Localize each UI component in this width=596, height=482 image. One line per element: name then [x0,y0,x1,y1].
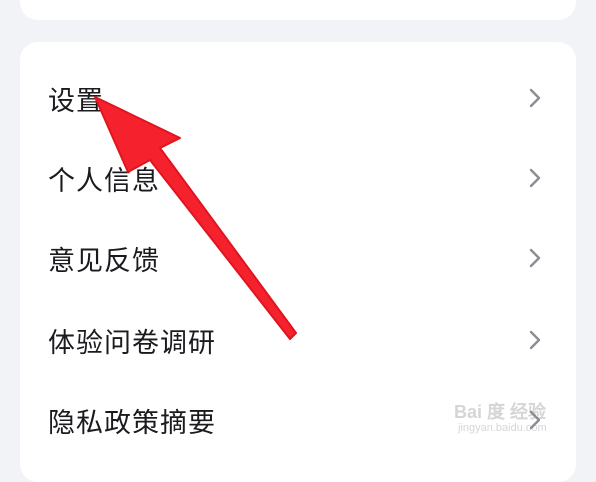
chevron-right-icon [529,88,541,108]
menu-item-feedback[interactable]: 意见反馈 [20,218,576,298]
chevron-right-icon [529,248,541,268]
menu-item-label: 隐私政策摘要 [48,407,216,439]
baidu-jingyan-watermark: Bai 度 经验 jingyan.baidu.com [454,398,564,448]
menu-item-personal-info[interactable]: 个人信息 [20,138,576,218]
previous-card [20,0,576,20]
menu-item-label: 设置 [48,85,104,117]
menu-item-label: 意见反馈 [48,245,160,277]
menu-item-settings[interactable]: 设置 [20,58,576,138]
menu-item-label: 体验问卷调研 [48,327,216,359]
menu-item-label: 个人信息 [48,165,160,197]
menu-item-survey[interactable]: 体验问卷调研 [20,300,576,380]
watermark-brand: Bai 度 经验 [454,402,547,422]
chevron-right-icon [529,168,541,188]
chevron-right-icon [529,330,541,350]
watermark-domain: jingyan.baidu.com [458,422,547,434]
